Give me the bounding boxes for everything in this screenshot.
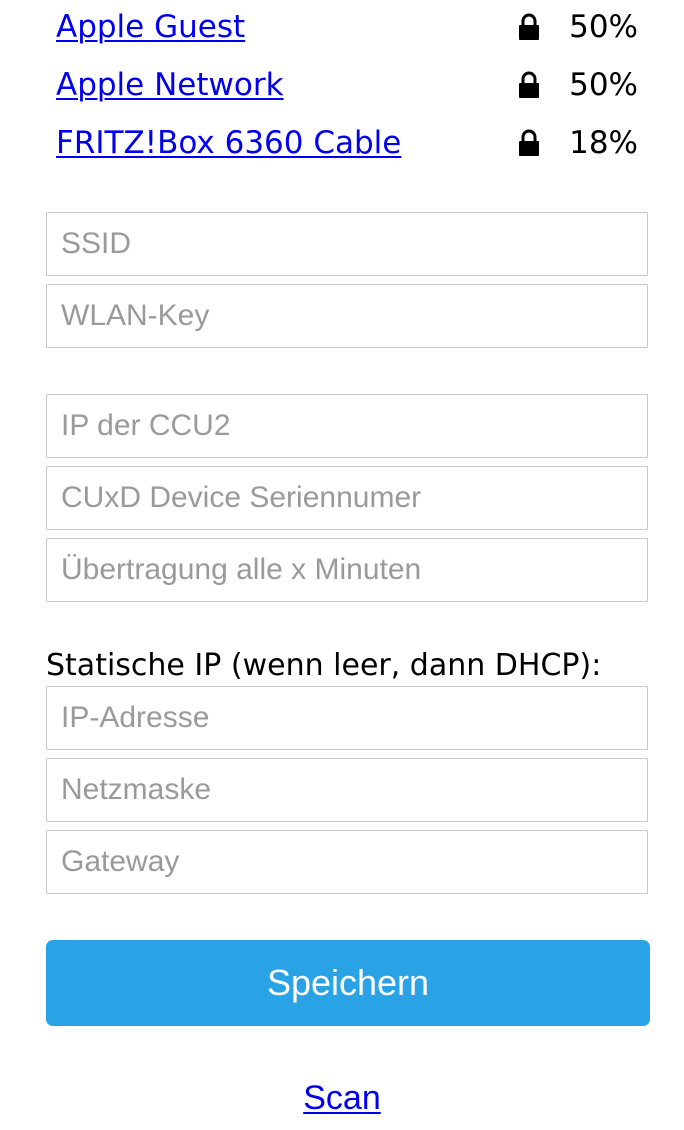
- signal-quality: 18%: [569, 125, 638, 161]
- interval-input[interactable]: [46, 538, 648, 602]
- network-link-fritzbox[interactable]: FRITZ!Box 6360 Cable: [56, 123, 401, 163]
- gateway-input[interactable]: [46, 830, 648, 894]
- signal-quality: 50%: [569, 67, 638, 103]
- ip-address-input[interactable]: [46, 686, 648, 750]
- save-button[interactable]: Speichern: [46, 940, 650, 1026]
- wlan-key-input[interactable]: [46, 284, 648, 348]
- lock-icon: [519, 129, 539, 156]
- cuxd-serial-input[interactable]: [46, 466, 648, 530]
- scan-link[interactable]: Scan: [303, 1079, 381, 1117]
- network-link-apple-network[interactable]: Apple Network: [56, 65, 284, 105]
- network-row: FRITZ!Box 6360 Cable 18%: [56, 123, 640, 163]
- lock-icon: [519, 71, 539, 98]
- signal-quality: 50%: [569, 9, 638, 45]
- static-ip-label: Statische IP (wenn leer, dann DHCP):: [46, 648, 602, 683]
- network-link-apple-guest[interactable]: Apple Guest: [56, 7, 245, 47]
- network-row: Apple Guest 50%: [56, 7, 640, 47]
- netmask-input[interactable]: [46, 758, 648, 822]
- scan-link-container: Scan: [0, 1076, 684, 1120]
- lock-icon: [519, 13, 539, 40]
- ssid-input[interactable]: [46, 212, 648, 276]
- ccu-ip-input[interactable]: [46, 394, 648, 458]
- network-row: Apple Network 50%: [56, 65, 640, 105]
